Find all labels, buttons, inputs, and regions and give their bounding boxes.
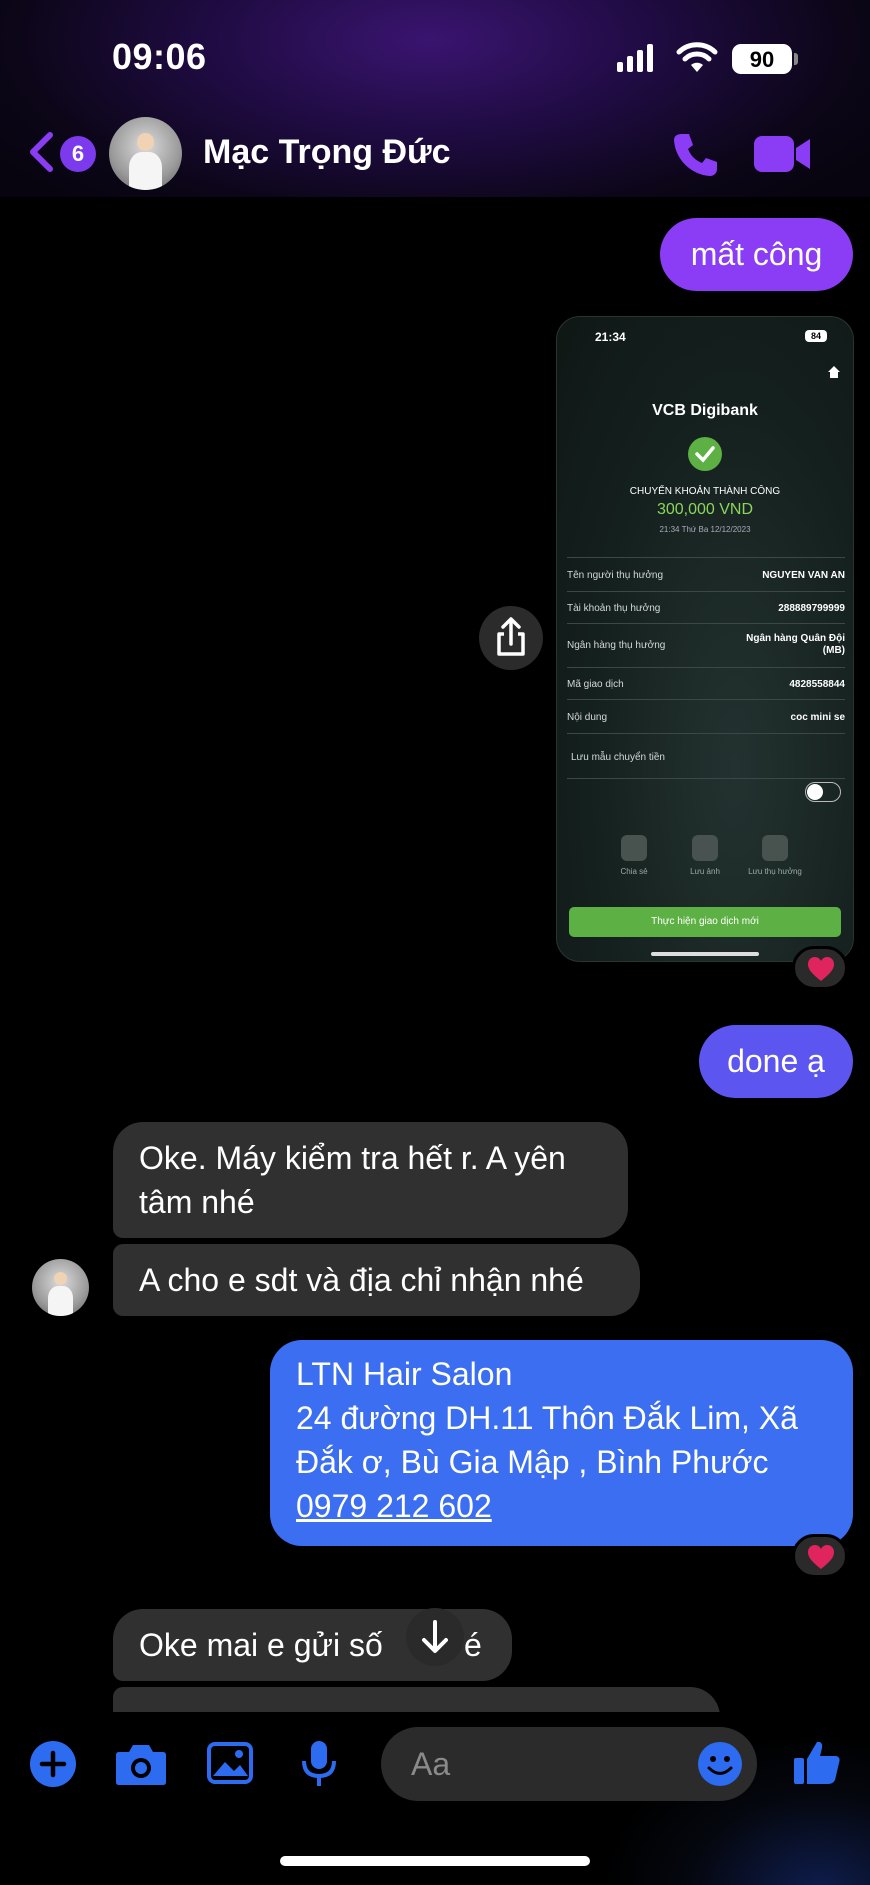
- receipt-battery: 84: [805, 330, 827, 342]
- scroll-to-bottom-button[interactable]: [406, 1608, 464, 1666]
- battery-tip: [794, 53, 798, 65]
- battery-icon: 90: [732, 44, 792, 74]
- share-icon: [621, 835, 647, 861]
- phone-icon[interactable]: [672, 130, 720, 178]
- heart-icon: [808, 1545, 834, 1569]
- save-image-action: Lưu ảnh: [670, 835, 740, 876]
- back-chevron-icon: [30, 132, 53, 172]
- share-button[interactable]: [479, 606, 543, 670]
- microphone-icon[interactable]: [301, 1740, 337, 1788]
- heart-reaction[interactable]: [792, 1534, 848, 1578]
- wifi-icon: [676, 42, 718, 72]
- transfer-datetime: 21:34 Thứ Ba 12/12/2023: [659, 525, 751, 534]
- heart-reaction[interactable]: [792, 946, 848, 990]
- new-transaction-button: Thực hiện giao dịch mới: [569, 907, 841, 937]
- camera-icon: [692, 835, 718, 861]
- receipt-row: Lưu mẫu chuyển tiền: [567, 733, 845, 779]
- receipt-row: Tên người thụ hưởng NGUYEN VAN AN: [567, 557, 845, 591]
- chat-header: 09:06 90 6 Mạc Trọng Đức: [0, 0, 870, 197]
- transfer-amount: 300,000 VND: [656, 501, 754, 518]
- share-icon: [497, 617, 525, 656]
- share-action: Chia sẻ: [599, 835, 669, 876]
- status-time: 09:06: [112, 36, 207, 77]
- plus-icon[interactable]: [29, 1740, 77, 1788]
- thumbs-up-icon[interactable]: [793, 1738, 841, 1786]
- video-camera-icon[interactable]: [754, 134, 812, 174]
- receipt-row: Mã giao dịch 4828558844: [567, 667, 845, 699]
- message-input[interactable]: Aa: [381, 1727, 757, 1801]
- cellular-signal-icon: [617, 44, 661, 72]
- receipt-screenshot-image[interactable]: 21:34 84 VCB Digibank CHUYỂN KHOẢN THÀNH…: [556, 316, 854, 962]
- contact-avatar[interactable]: [109, 117, 182, 190]
- camera-icon[interactable]: [115, 1742, 167, 1786]
- person-icon: [762, 835, 788, 861]
- arrow-down-icon: [422, 1620, 448, 1653]
- sender-avatar[interactable]: [32, 1259, 89, 1316]
- receipt-row: Nội dung coc mini se: [567, 699, 845, 733]
- emoji-icon[interactable]: [697, 1741, 743, 1787]
- receipt-row: Ngân hàng thụ hưởng Ngân hàng Quân Đội (M…: [567, 623, 845, 667]
- outgoing-message[interactable]: done ạ: [699, 1025, 853, 1098]
- incoming-message[interactable]: Oke. Máy kiểm tra hết r. A yên tâm nhé: [113, 1122, 628, 1238]
- back-button[interactable]: 6: [24, 130, 96, 176]
- heart-icon: [808, 957, 834, 981]
- receipt-row: Tài khoản thụ hưởng 288889799999: [567, 591, 845, 623]
- outgoing-address-message[interactable]: LTN Hair Salon 24 đường DH.11 Thôn Đắk L…: [270, 1340, 853, 1546]
- receipt-status-time: 21:34: [595, 330, 626, 344]
- home-icon: [828, 366, 840, 378]
- save-template-toggle: [805, 782, 841, 802]
- unread-count-badge: 6: [60, 136, 96, 172]
- transfer-status: CHUYỂN KHOẢN THÀNH CÔNG: [629, 486, 781, 497]
- image-icon[interactable]: [207, 1742, 253, 1784]
- outgoing-message[interactable]: mất công: [660, 218, 853, 291]
- success-check-icon: [688, 437, 722, 471]
- incoming-message[interactable]: A cho e sdt và địa chỉ nhận nhé: [113, 1244, 640, 1316]
- receipt-home-indicator: [651, 952, 759, 956]
- bank-logo: VCB Digibank: [652, 402, 758, 419]
- save-beneficiary-action: Lưu thụ hưởng: [740, 835, 810, 876]
- home-indicator: [280, 1856, 590, 1866]
- contact-name[interactable]: Mạc Trọng Đức: [203, 133, 451, 172]
- phone-number-link[interactable]: 0979 212 602: [296, 1484, 827, 1528]
